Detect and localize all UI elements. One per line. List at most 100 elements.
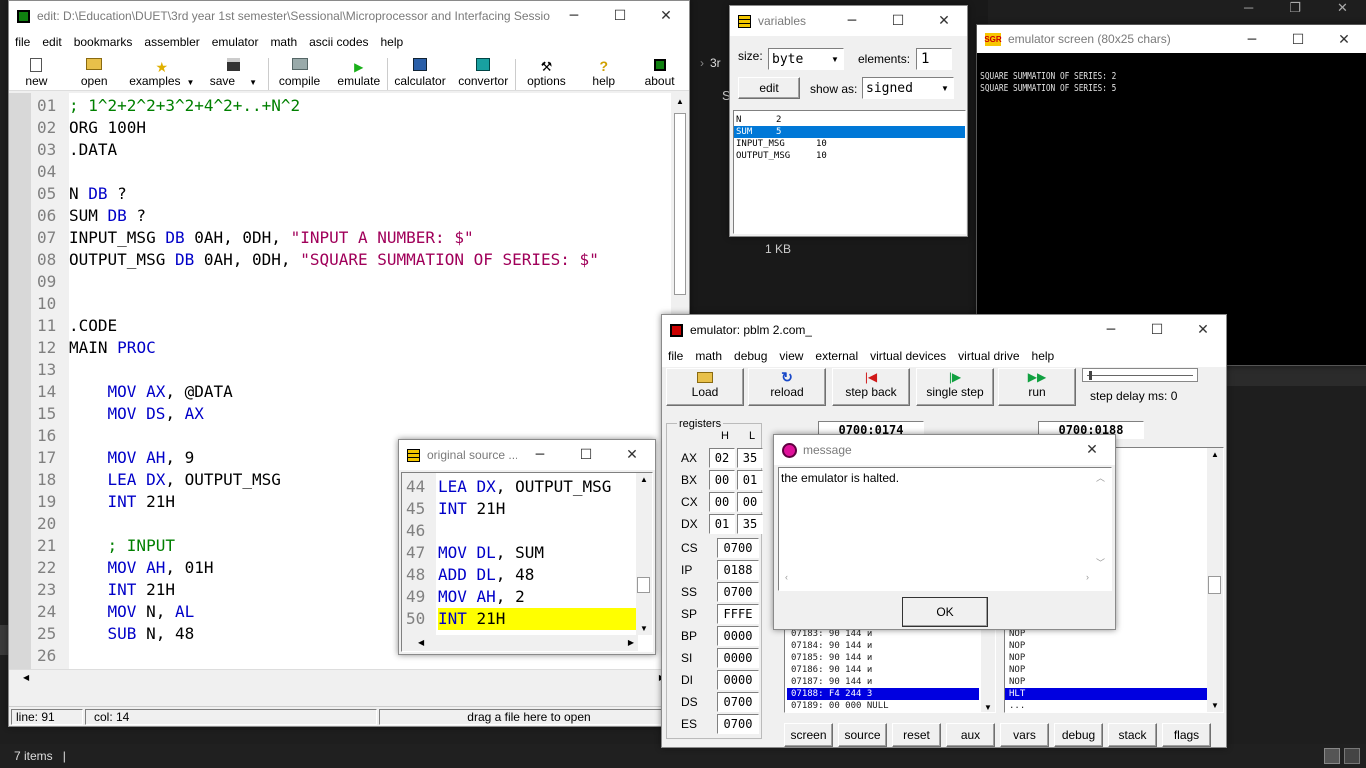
slider-thumb[interactable] bbox=[1089, 371, 1092, 380]
register-low-byte[interactable]: 35 bbox=[737, 448, 763, 468]
variable-row[interactable]: OUTPUT_MSG 10 bbox=[734, 150, 965, 162]
maximize-icon[interactable]: ☐ bbox=[597, 1, 643, 31]
scroll-down-icon[interactable]: ▼ bbox=[640, 624, 648, 633]
variables-titlebar[interactable]: variables ─ ☐ ✕ bbox=[730, 6, 967, 36]
close-icon[interactable]: ✕ bbox=[643, 1, 689, 31]
menu-virtual-devices[interactable]: virtual devices bbox=[864, 349, 952, 363]
memory-row[interactable]: 07186: 90 144 и bbox=[787, 664, 979, 676]
maximize-icon[interactable]: ☐ bbox=[1275, 25, 1321, 53]
bg-restore-icon[interactable]: ❐ bbox=[1289, 0, 1301, 22]
debug-button[interactable]: debug bbox=[1054, 723, 1103, 747]
disassembly-row[interactable]: HLT bbox=[1005, 688, 1207, 700]
minimize-icon[interactable]: ─ bbox=[1229, 25, 1275, 53]
flags-button[interactable]: flags bbox=[1162, 723, 1211, 747]
edit-button[interactable]: edit bbox=[738, 77, 800, 99]
bg-minimize-icon[interactable]: ─ bbox=[1244, 0, 1253, 22]
details-view-icon[interactable] bbox=[1324, 748, 1340, 764]
scroll-up-icon[interactable]: ︿ bbox=[1096, 471, 1105, 484]
variable-row[interactable]: INPUT_MSG 10 bbox=[734, 138, 965, 150]
register-high-byte[interactable]: 00 bbox=[709, 492, 735, 512]
disassembly-row[interactable]: NOP bbox=[1005, 652, 1207, 664]
step-back-button[interactable]: |◀ step back bbox=[832, 368, 910, 406]
convertor-button[interactable]: convertor bbox=[452, 58, 515, 90]
editor-titlebar[interactable]: edit: D:\Education\DUET\3rd year 1st sem… bbox=[9, 1, 689, 31]
step-delay-slider[interactable] bbox=[1082, 368, 1198, 382]
minimize-icon[interactable]: ─ bbox=[829, 6, 875, 36]
register-low-byte[interactable]: 01 bbox=[737, 470, 763, 490]
scroll-up-icon[interactable]: ▲ bbox=[671, 93, 689, 111]
menu-file[interactable]: file bbox=[9, 35, 36, 49]
chevron-down-icon[interactable]: ▼ bbox=[187, 78, 195, 87]
help-button[interactable]: ? help bbox=[577, 59, 630, 90]
menu-math[interactable]: math bbox=[689, 349, 728, 363]
register-value[interactable]: 0700 bbox=[717, 582, 759, 602]
disassembly-row[interactable]: NOP bbox=[1005, 676, 1207, 688]
scroll-up-icon[interactable]: ▲ bbox=[640, 475, 648, 484]
memory-row[interactable]: 07187: 90 144 и bbox=[787, 676, 979, 688]
menu-emulator[interactable]: emulator bbox=[206, 35, 265, 49]
scroll-left-icon[interactable]: ‹ bbox=[785, 572, 788, 582]
menu-assembler[interactable]: assembler bbox=[138, 35, 205, 49]
chevron-down-icon[interactable]: ▼ bbox=[827, 55, 843, 64]
maximize-icon[interactable]: ☐ bbox=[563, 440, 609, 470]
run-button[interactable]: ▶▶ run bbox=[998, 368, 1076, 406]
register-value[interactable]: 0700 bbox=[717, 692, 759, 712]
scroll-thumb[interactable] bbox=[1208, 576, 1221, 594]
scroll-down-icon[interactable]: ▼ bbox=[1211, 701, 1219, 710]
menu-view[interactable]: view bbox=[773, 349, 809, 363]
close-icon[interactable]: ✕ bbox=[1180, 315, 1226, 345]
memory-row[interactable]: 07185: 90 144 и bbox=[787, 652, 979, 664]
menu-virtual-drive[interactable]: virtual drive bbox=[952, 349, 1025, 363]
about-button[interactable]: about bbox=[630, 59, 689, 90]
new-button[interactable]: new bbox=[9, 58, 64, 90]
maximize-icon[interactable]: ☐ bbox=[1134, 315, 1180, 345]
close-icon[interactable]: ✕ bbox=[921, 6, 967, 36]
emulator-titlebar[interactable]: emulator: pblm 2.com_ ─ ☐ ✕ bbox=[662, 315, 1226, 345]
menu-debug[interactable]: debug bbox=[728, 349, 773, 363]
emulate-button[interactable]: ▶ emulate bbox=[330, 60, 387, 90]
examples-button[interactable]: ★ examples ▼ bbox=[125, 60, 199, 90]
register-value[interactable]: 0000 bbox=[717, 626, 759, 646]
register-value[interactable]: 0000 bbox=[717, 648, 759, 668]
menu-ascii-codes[interactable]: ascii codes bbox=[303, 35, 374, 49]
close-icon[interactable]: ✕ bbox=[1069, 435, 1115, 465]
folder-crumb[interactable]: › 3r bbox=[700, 56, 730, 72]
open-button[interactable]: open bbox=[64, 58, 125, 90]
ok-button[interactable]: OK bbox=[902, 597, 988, 627]
variable-row[interactable]: N2 bbox=[734, 114, 965, 126]
load-button[interactable]: Load bbox=[666, 368, 744, 406]
variable-row[interactable]: SUM 5 bbox=[734, 126, 965, 138]
size-select[interactable]: byte ▼ bbox=[768, 48, 844, 70]
scroll-left-icon[interactable]: ◀ bbox=[23, 673, 29, 682]
scroll-down-icon[interactable]: ▼ bbox=[984, 703, 992, 712]
memory-row[interactable]: 07188: F4 244 3 bbox=[787, 688, 979, 700]
maximize-icon[interactable]: ☐ bbox=[875, 6, 921, 36]
large-icons-view-icon[interactable] bbox=[1344, 748, 1360, 764]
chevron-down-icon[interactable]: ▼ bbox=[937, 84, 953, 93]
source-vscrollbar[interactable]: ▲ ▼ bbox=[636, 473, 652, 635]
aux-button[interactable]: aux bbox=[946, 723, 995, 747]
compile-button[interactable]: compile bbox=[267, 58, 331, 90]
scroll-left-icon[interactable]: ◀ bbox=[418, 638, 424, 647]
reload-button[interactable]: ↻ reload bbox=[748, 368, 826, 406]
menu-file[interactable]: file bbox=[662, 349, 689, 363]
bg-close-icon[interactable]: ✕ bbox=[1337, 0, 1348, 22]
original-source-code[interactable]: 44 LEA DX, OUTPUT_MSG 45 INT 21H 46 47 MOV DL,… bbox=[401, 472, 653, 652]
show-as-select[interactable]: signed ▼ bbox=[862, 77, 954, 99]
disassembly-row[interactable]: ... bbox=[1005, 700, 1207, 712]
menu-edit[interactable]: edit bbox=[36, 35, 67, 49]
source-button[interactable]: source bbox=[838, 723, 887, 747]
register-value[interactable]: FFFE bbox=[717, 604, 759, 624]
calculator-button[interactable]: calculator bbox=[387, 58, 452, 90]
editor-hscrollbar[interactable]: ◀ ▶ bbox=[9, 669, 671, 687]
minimize-icon[interactable]: ─ bbox=[517, 440, 563, 470]
reset-button[interactable]: reset bbox=[892, 723, 941, 747]
source-hscrollbar[interactable]: ◀ ▶ bbox=[402, 635, 638, 651]
screen-button[interactable]: screen bbox=[784, 723, 833, 747]
register-value[interactable]: 0000 bbox=[717, 670, 759, 690]
elements-input[interactable]: 1 bbox=[916, 48, 952, 70]
register-high-byte[interactable]: 00 bbox=[709, 470, 735, 490]
menu-math[interactable]: math bbox=[264, 35, 303, 49]
scroll-thumb[interactable] bbox=[637, 577, 650, 593]
scroll-down-icon[interactable]: ﹀ bbox=[1096, 556, 1105, 569]
